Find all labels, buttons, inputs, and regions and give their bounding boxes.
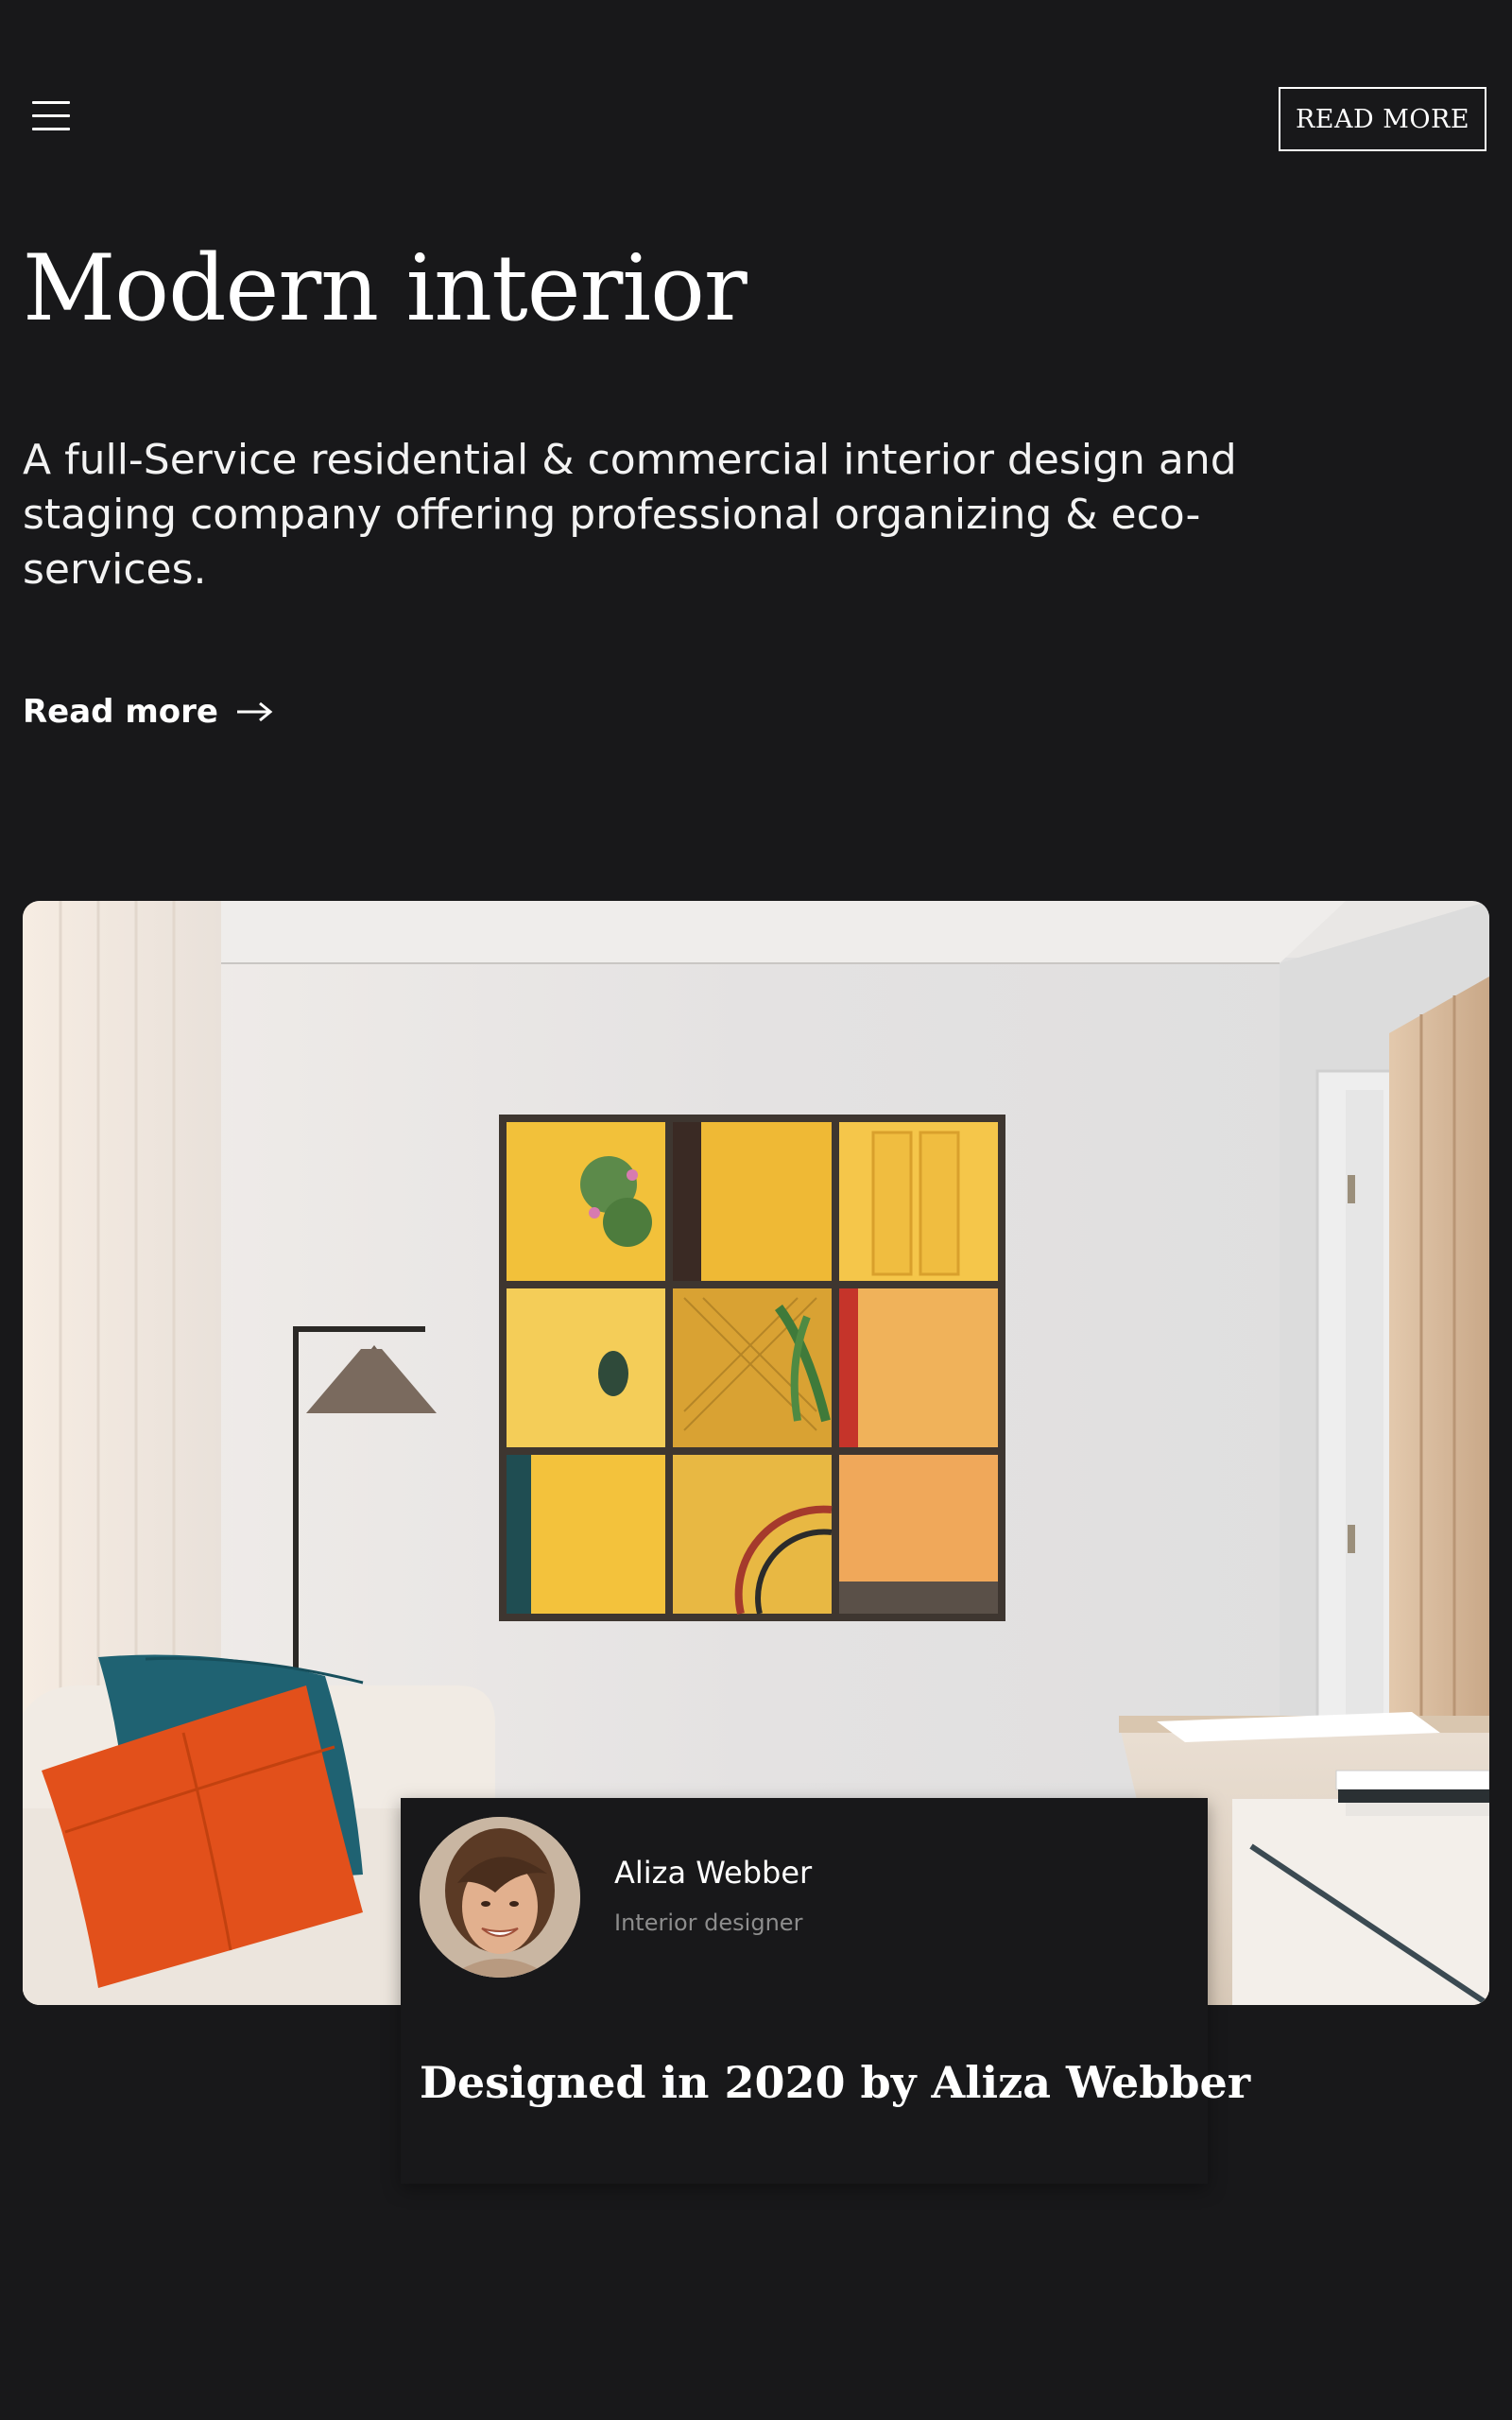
avatar[interactable] [420, 1817, 580, 1978]
card-caption: Designed in 2020 by Aliza Webber [420, 2057, 1251, 2108]
arrow-right-icon [236, 701, 273, 722]
menu-line [32, 114, 70, 117]
designer-name: Aliza Webber [614, 1855, 813, 1891]
read-more-button[interactable]: READ MORE [1279, 87, 1486, 151]
designer-role: Interior designer [614, 1910, 803, 1936]
menu-line [32, 128, 70, 130]
read-more-link[interactable]: Read more [23, 690, 273, 734]
menu-line [32, 101, 70, 104]
designer-card: Aliza Webber Interior designer Designed … [401, 1798, 1250, 2184]
page-title: Modern interior [23, 235, 747, 341]
hero-description: A full-Service residential & commercial … [23, 436, 1237, 594]
hamburger-menu-icon[interactable] [32, 100, 70, 134]
read-more-link-label: Read more [23, 693, 218, 731]
